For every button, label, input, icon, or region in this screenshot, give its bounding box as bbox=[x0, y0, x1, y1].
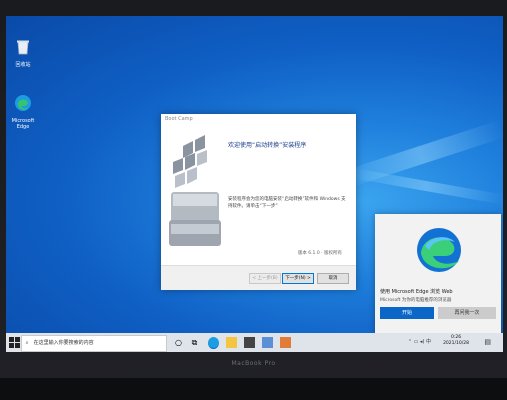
setup-heading: 欢迎使用“启动转换”安装程序 bbox=[228, 142, 307, 149]
edge-taskbar-icon[interactable] bbox=[208, 337, 219, 349]
notification-subtitle: Microsoft 为你的电脑推荐的浏览器 bbox=[380, 298, 452, 303]
boot-camp-drive-icon bbox=[169, 135, 221, 246]
setup-version: 版本 6.1.0 · 版权所有 bbox=[297, 251, 342, 256]
next-button[interactable]: 下一步(N) > bbox=[282, 273, 314, 284]
desktop-icon-recycle-bin[interactable]: 回收站 bbox=[6, 38, 40, 68]
task-view-icon[interactable]: ⧉ bbox=[189, 337, 200, 348]
desktop-icon-edge[interactable]: Microsoft Edge bbox=[6, 94, 40, 130]
desktop-icon-label: 回收站 bbox=[15, 62, 31, 68]
ask-later-button[interactable]: 再问我一次 bbox=[438, 307, 496, 319]
taskbar-clock[interactable]: 0:26 2021/10/28 bbox=[443, 335, 469, 347]
windows-start-icon[interactable] bbox=[9, 337, 20, 348]
notification-center-icon[interactable]: ▤ bbox=[484, 338, 491, 346]
notification-title: 使用 Microsoft Edge 浏览 Web bbox=[380, 289, 453, 295]
laptop-brand-label: MacBook Pro bbox=[231, 360, 276, 367]
setup-description: 安装程序会为您的电脑安装“启动转换”软件和 Windows 支持软件。请单击“下… bbox=[228, 197, 346, 209]
search-icon: ⌕ bbox=[25, 340, 29, 346]
edge-logo-icon bbox=[417, 228, 461, 272]
search-box[interactable]: ⌕ 在这里输入你要搜索的内容 bbox=[21, 335, 167, 352]
setup-button-bar: < 上一步(B) 下一步(N) > 取消 bbox=[161, 265, 356, 290]
desktop: 回收站 Microsoft Edge Boot Camp 欢迎使用“启动转换”安… bbox=[6, 16, 503, 352]
cortana-icon[interactable]: ○ bbox=[173, 337, 184, 348]
desktop-icon-label: Microsoft Edge bbox=[11, 118, 35, 130]
edge-icon bbox=[15, 95, 31, 111]
setup-side-panel bbox=[161, 124, 223, 264]
window-title: Boot Camp bbox=[161, 114, 356, 124]
wallpaper-beam bbox=[346, 167, 503, 205]
system-tray-icons[interactable]: ⌃ ▭ ◂) 中 bbox=[408, 338, 431, 345]
taskbar: ⌕ 在这里输入你要搜索的内容 ○ ⧉ ⌃ ▭ ◂) 中 0:26 2021/10… bbox=[6, 333, 503, 352]
edge-notification: 使用 Microsoft Edge 浏览 Web Microsoft 为你的电脑… bbox=[375, 214, 501, 340]
keyboard-edge bbox=[0, 378, 507, 400]
setup-window: Boot Camp 欢迎使用“启动转换”安装程序 安装程序会为您的电脑安装“启动… bbox=[161, 114, 356, 290]
search-placeholder: 在这里输入你要搜索的内容 bbox=[33, 340, 94, 346]
file-explorer-icon[interactable] bbox=[226, 337, 237, 348]
mail-icon[interactable] bbox=[262, 337, 273, 348]
cancel-button[interactable]: 取消 bbox=[317, 273, 349, 284]
start-button[interactable]: 开始 bbox=[380, 307, 434, 319]
store-icon[interactable] bbox=[244, 337, 255, 348]
recycle-bin-icon bbox=[17, 40, 29, 55]
setup-taskbar-icon[interactable] bbox=[280, 337, 291, 348]
clock-date: 2021/10/28 bbox=[443, 341, 469, 346]
back-button[interactable]: < 上一步(B) bbox=[249, 273, 281, 284]
